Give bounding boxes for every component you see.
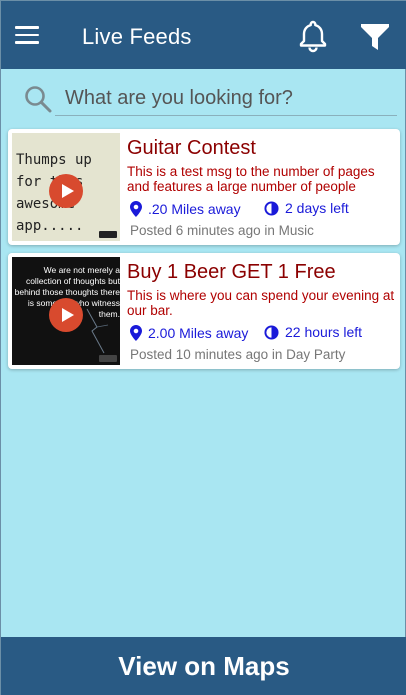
app-bar: Live Feeds [1, 1, 406, 69]
timer-icon [264, 324, 279, 340]
watermark-logo [99, 355, 117, 362]
watermark-logo [99, 231, 117, 238]
feed-card[interactable]: We are not merely a collection of though… [8, 253, 400, 369]
filter-icon [361, 24, 389, 50]
feed-thumbnail[interactable]: We are not merely a collection of though… [12, 257, 120, 365]
view-on-maps-button[interactable]: View on Maps [1, 637, 406, 695]
distance-text: 2.00 Miles away [148, 325, 249, 341]
play-button[interactable] [49, 174, 83, 208]
posted-info: Posted 10 minutes ago in Day Party [130, 347, 346, 362]
distance-text: .20 Miles away [148, 201, 241, 217]
lightning-graphic [86, 308, 109, 354]
feed-distance: 2.00 Miles away [130, 324, 248, 342]
filter-button[interactable] [359, 21, 391, 53]
time-left-text: 2 days left [285, 200, 349, 216]
menu-button[interactable] [15, 26, 39, 46]
page-title: Live Feeds [82, 24, 192, 49]
feed-thumbnail[interactable]: Thumps up for this awesome app..... [12, 133, 120, 241]
play-button[interactable] [49, 298, 83, 332]
feed-description: This is where you can spend your evening… [127, 288, 395, 318]
feed-title: Guitar Contest [127, 137, 256, 159]
bell-icon [299, 20, 327, 53]
feed-distance: .20 Miles away [130, 200, 241, 218]
search-input[interactable] [55, 81, 397, 116]
location-pin-icon [130, 325, 142, 341]
feed-description: This is a test msg to the number of page… [127, 164, 375, 194]
feed-time-left: 22 hours left [264, 324, 362, 340]
posted-info: Posted 6 minutes ago in Music [130, 223, 314, 238]
location-pin-icon [130, 201, 142, 217]
feed-card[interactable]: Thumps up for this awesome app..... Guit… [8, 129, 400, 245]
search-icon [25, 86, 52, 113]
timer-icon [264, 200, 279, 216]
feed-time-left: 2 days left [264, 200, 349, 216]
search-bar [23, 81, 399, 117]
notifications-button[interactable] [296, 19, 330, 53]
feed-title: Buy 1 Beer GET 1 Free [127, 261, 336, 283]
time-left-text: 22 hours left [285, 324, 363, 340]
hamburger-menu-icon [15, 26, 39, 29]
